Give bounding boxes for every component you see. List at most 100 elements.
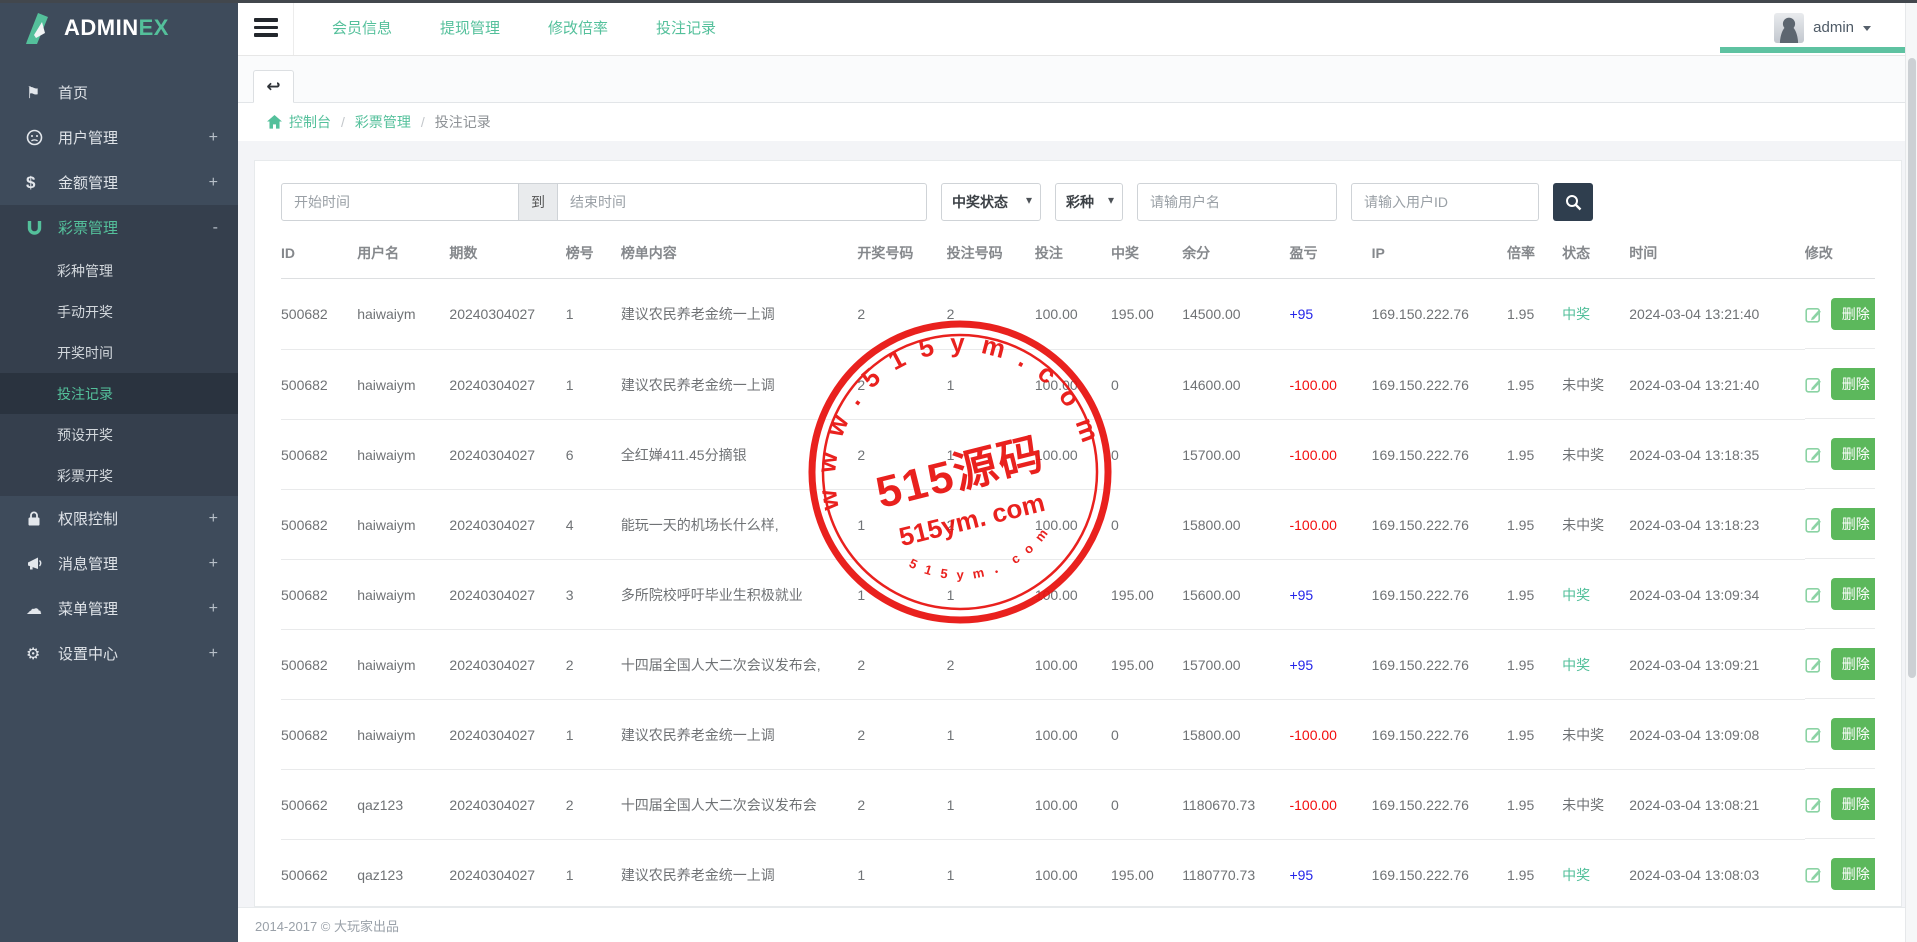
- filter-bar: 到 中奖状态 ▾ 彩种 ▾: [281, 183, 1875, 221]
- sidebar-item-lottery-types[interactable]: 彩种管理: [0, 250, 238, 291]
- cell-draw-number: 2: [857, 279, 946, 350]
- sidebar-item-draw-time[interactable]: 开奖时间: [0, 332, 238, 373]
- win-status-select[interactable]: 中奖状态: [941, 183, 1041, 221]
- brand-logo-icon: [24, 12, 54, 44]
- cell-bet-amount: 100.00: [1035, 839, 1111, 907]
- table-body: 500682 haiwaiym 20240304027 1 建议农民养老金统一上…: [281, 279, 1875, 908]
- to-label: 到: [519, 183, 557, 221]
- cell-content: 多所院校呼吁毕业生积极就业: [621, 559, 858, 629]
- cell-id: 500682: [281, 699, 357, 769]
- expand-plus-icon: +: [209, 645, 218, 663]
- sidebar-item-home[interactable]: ⚑ 首页: [0, 70, 238, 115]
- cell-period: 20240304027: [449, 839, 565, 907]
- sidebar-item-menus[interactable]: ☁ 菜单管理 +: [0, 586, 238, 631]
- breadcrumb-lottery[interactable]: 彩票管理: [355, 112, 411, 132]
- column-header: 期数: [449, 230, 565, 279]
- edit-icon[interactable]: [1805, 515, 1823, 533]
- sidebar-item-settings[interactable]: ⚙ 设置中心 +: [0, 631, 238, 676]
- delete-button[interactable]: 删除: [1831, 858, 1875, 890]
- edit-icon[interactable]: [1805, 865, 1823, 883]
- sidebar-item-lottery[interactable]: 彩票管理 -: [0, 205, 238, 250]
- cell-win-amount: 195.00: [1111, 559, 1182, 629]
- sidebar-item-users[interactable]: 用户管理 +: [0, 115, 238, 160]
- cell-ip: 169.150.222.76: [1372, 419, 1507, 489]
- top-nav-withdrawals[interactable]: 提现管理: [440, 17, 500, 38]
- delete-button[interactable]: 删除: [1831, 648, 1875, 680]
- sidebar-item-messages[interactable]: 消息管理 +: [0, 541, 238, 586]
- edit-icon[interactable]: [1805, 725, 1823, 743]
- userid-input[interactable]: [1351, 183, 1539, 221]
- cell-id: 500682: [281, 279, 357, 350]
- sidebar-item-lottery-draw[interactable]: 彩票开奖: [0, 455, 238, 496]
- delete-button[interactable]: 删除: [1831, 298, 1875, 330]
- search-button[interactable]: [1553, 183, 1593, 221]
- sidebar-item-preset-draw[interactable]: 预设开奖: [0, 414, 238, 455]
- cell-status: 未中奖: [1562, 699, 1629, 769]
- column-header: 投注: [1035, 230, 1111, 279]
- edit-icon[interactable]: [1805, 445, 1823, 463]
- cell-win-amount: 0: [1111, 769, 1182, 839]
- edit-icon[interactable]: [1805, 795, 1823, 813]
- cell-actions: 删除: [1805, 839, 1875, 907]
- delete-button[interactable]: 删除: [1831, 438, 1875, 470]
- start-time-input[interactable]: [281, 183, 519, 221]
- cell-profit: +95: [1289, 279, 1371, 350]
- cell-status: 未中奖: [1562, 349, 1629, 419]
- username-input[interactable]: [1137, 183, 1337, 221]
- cell-actions: 删除: [1805, 769, 1875, 839]
- edit-icon[interactable]: [1805, 655, 1823, 673]
- table-row: 500682 haiwaiym 20240304027 6 全红婵411.45分…: [281, 419, 1875, 489]
- delete-button[interactable]: 删除: [1831, 718, 1875, 750]
- column-header: ID: [281, 230, 357, 279]
- column-header: 倍率: [1507, 230, 1562, 279]
- cell-actions: 删除: [1805, 699, 1875, 769]
- cell-odds: 1.95: [1507, 279, 1562, 350]
- brand-logo: ADMINEX: [0, 0, 238, 56]
- cell-time: 2024-03-04 13:18:35: [1629, 419, 1804, 489]
- top-nav-members[interactable]: 会员信息: [332, 17, 392, 38]
- cell-time: 2024-03-04 13:21:40: [1629, 279, 1804, 350]
- sidebar-item-permissions[interactable]: 权限控制 +: [0, 496, 238, 541]
- cell-rank-no: 2: [566, 629, 621, 699]
- cell-odds: 1.95: [1507, 559, 1562, 629]
- sidebar-submenu: 彩种管理 手动开奖 开奖时间 投注记录 预设开奖 彩票开奖: [0, 250, 238, 496]
- back-tab[interactable]: ↩: [253, 70, 294, 103]
- cell-ip: 169.150.222.76: [1372, 279, 1507, 350]
- user-menu[interactable]: admin: [1774, 13, 1871, 43]
- sidebar-item-bet-records[interactable]: 投注记录: [0, 373, 238, 414]
- delete-button[interactable]: 删除: [1831, 788, 1875, 820]
- top-nav-odds[interactable]: 修改倍率: [548, 17, 608, 38]
- lottery-type-select[interactable]: 彩种: [1055, 183, 1123, 221]
- table-row: 500682 haiwaiym 20240304027 1 建议农民养老金统一上…: [281, 349, 1875, 419]
- cell-win-amount: 0: [1111, 419, 1182, 489]
- cell-ip: 169.150.222.76: [1372, 629, 1507, 699]
- cell-id: 500682: [281, 419, 357, 489]
- sidebar-item-amount[interactable]: $ 金额管理 +: [0, 160, 238, 205]
- delete-button[interactable]: 删除: [1831, 508, 1875, 540]
- delete-button[interactable]: 删除: [1831, 368, 1875, 400]
- cell-content: 全红婵411.45分摘银: [621, 419, 858, 489]
- column-header: 中奖: [1111, 230, 1182, 279]
- scrollbar-thumb[interactable]: [1908, 58, 1916, 678]
- edit-icon[interactable]: [1805, 585, 1823, 603]
- hamburger-menu-icon[interactable]: [254, 18, 278, 37]
- cell-balance: 15800.00: [1182, 699, 1289, 769]
- sidebar-item-manual-draw[interactable]: 手动开奖: [0, 291, 238, 332]
- table-row: 500682 haiwaiym 20240304027 2 十四届全国人大二次会…: [281, 629, 1875, 699]
- cell-username: haiwaiym: [357, 629, 449, 699]
- cell-bet-amount: 100.00: [1035, 699, 1111, 769]
- breadcrumb-console[interactable]: 控制台: [289, 112, 331, 132]
- search-icon: [1565, 194, 1582, 211]
- edit-icon[interactable]: [1805, 305, 1823, 323]
- vertical-scrollbar[interactable]: [1905, 0, 1917, 942]
- home-icon: [267, 115, 282, 129]
- table-row: 500662 qaz123 20240304027 2 十四届全国人大二次会议发…: [281, 769, 1875, 839]
- delete-button[interactable]: 删除: [1831, 578, 1875, 610]
- top-nav-bet-records[interactable]: 投注记录: [656, 17, 716, 38]
- edit-icon[interactable]: [1805, 375, 1823, 393]
- cell-time: 2024-03-04 13:09:21: [1629, 629, 1804, 699]
- cell-bet-number: 1: [947, 419, 1035, 489]
- cell-status: 未中奖: [1562, 489, 1629, 559]
- cell-period: 20240304027: [449, 419, 565, 489]
- end-time-input[interactable]: [557, 183, 927, 221]
